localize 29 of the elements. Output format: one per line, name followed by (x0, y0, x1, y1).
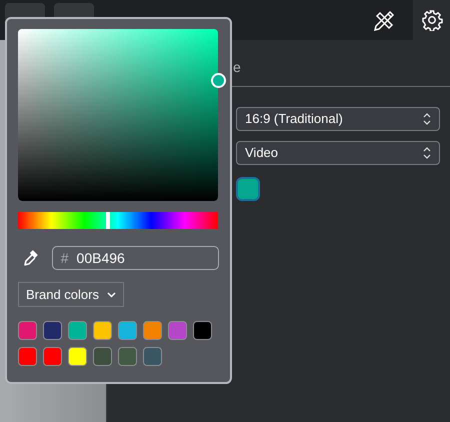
saturation-brightness-area[interactable] (18, 29, 218, 201)
color-swatch[interactable] (193, 321, 212, 340)
color-swatch[interactable] (93, 321, 112, 340)
color-swatch[interactable] (18, 347, 37, 366)
hue-slider[interactable] (18, 212, 218, 229)
dropdown[interactable]: Video (236, 141, 440, 165)
color-swatch[interactable] (43, 347, 62, 366)
hue-handle[interactable] (106, 212, 110, 229)
dropdown[interactable]: 16:9 (Traditional) (236, 107, 440, 131)
color-swatch[interactable] (68, 321, 87, 340)
color-swatch[interactable] (143, 347, 162, 366)
tab-label[interactable]: e (233, 57, 241, 78)
color-swatch[interactable] (93, 347, 112, 366)
eyedropper-icon[interactable] (24, 250, 38, 266)
settings-icon[interactable] (420, 9, 442, 31)
color-swatch[interactable] (118, 321, 137, 340)
color-swatch[interactable] (18, 321, 37, 340)
color-swatch[interactable] (143, 321, 162, 340)
chevron-down-icon (106, 292, 116, 298)
color-swatch[interactable] (236, 177, 260, 201)
brand-colors-dropdown[interactable]: Brand colors (18, 282, 124, 307)
color-swatch[interactable] (43, 321, 62, 340)
pencil-ruler-icon[interactable] (373, 9, 395, 31)
color-swatch[interactable] (118, 347, 137, 366)
up-down-chevron-icon[interactable] (423, 146, 431, 160)
color-swatch[interactable] (168, 321, 187, 340)
color-swatch[interactable] (68, 347, 87, 366)
up-down-chevron-icon[interactable] (423, 112, 431, 126)
hex-input-field[interactable]: # 00B496 (52, 246, 219, 270)
